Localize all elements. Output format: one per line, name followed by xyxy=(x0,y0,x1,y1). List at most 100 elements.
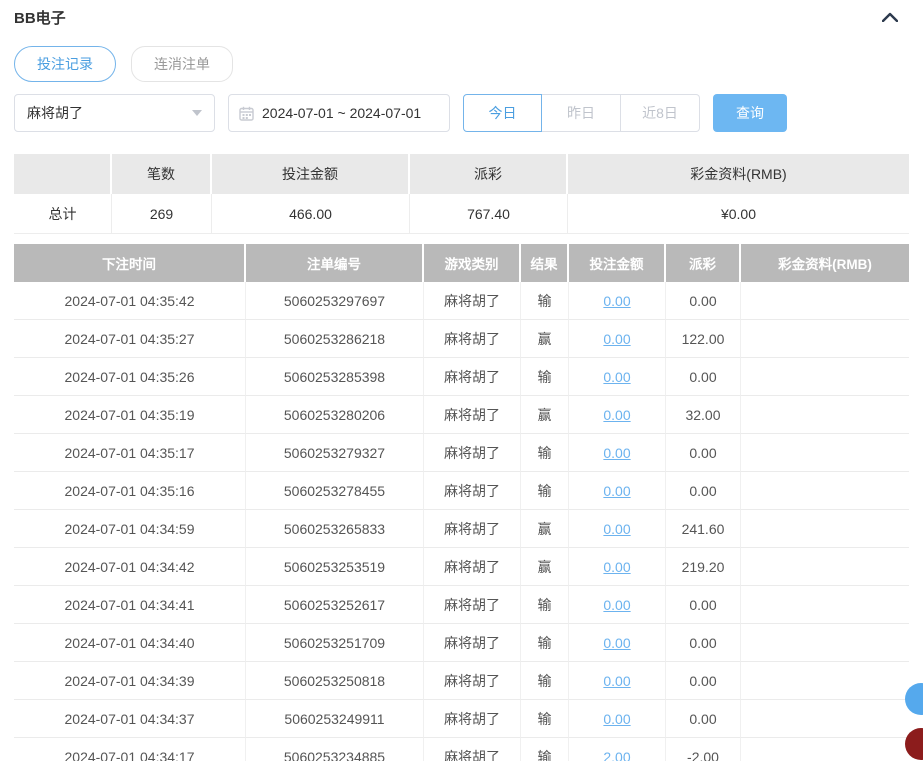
summary-total-bonus: ¥0.00 xyxy=(568,194,909,234)
bet-amount-link[interactable]: 0.00 xyxy=(603,445,630,461)
table-row: 2024-07-01 04:34:39 5060253250818 麻将胡了 输… xyxy=(14,662,909,700)
cell-bet: 0.00 xyxy=(569,700,666,738)
bet-amount-link[interactable]: 0.00 xyxy=(603,331,630,347)
cell-game: 麻将胡了 xyxy=(424,320,521,358)
cell-payout: 122.00 xyxy=(666,320,741,358)
game-select[interactable]: 麻将胡了 xyxy=(14,94,215,132)
bet-amount-link[interactable]: 0.00 xyxy=(603,369,630,385)
cell-bonus xyxy=(741,282,909,320)
yesterday-button[interactable]: 昨日 xyxy=(542,94,621,132)
cell-payout: 0.00 xyxy=(666,624,741,662)
cell-result: 输 xyxy=(521,738,569,761)
summary-table: 笔数 投注金额 派彩 彩金资料(RMB) 总计 269 466.00 767.4… xyxy=(14,154,909,234)
cell-bonus xyxy=(741,510,909,548)
table-row: 2024-07-01 04:35:17 5060253279327 麻将胡了 输… xyxy=(14,434,909,472)
cell-bet: 0.00 xyxy=(569,662,666,700)
cell-time: 2024-07-01 04:35:19 xyxy=(14,396,246,434)
table-row: 2024-07-01 04:35:26 5060253285398 麻将胡了 输… xyxy=(14,358,909,396)
cell-game: 麻将胡了 xyxy=(424,586,521,624)
cell-bonus xyxy=(741,700,909,738)
chevron-up-icon xyxy=(882,12,898,22)
date-range-picker[interactable]: 2024-07-01 ~ 2024-07-01 xyxy=(228,94,450,132)
cell-result: 赢 xyxy=(521,510,569,548)
cell-order-id: 5060253249911 xyxy=(246,700,424,738)
cell-game: 麻将胡了 xyxy=(424,624,521,662)
bet-records-panel: BB电子 投注记录 连消注单 麻将胡了 2024-07-01 ~ 2024-07… xyxy=(0,0,923,761)
summary-header-bonus: 彩金资料(RMB) xyxy=(568,154,909,194)
summary-total-label: 总计 xyxy=(14,194,112,234)
summary-header-row: 笔数 投注金额 派彩 彩金资料(RMB) xyxy=(14,154,909,194)
cell-game: 麻将胡了 xyxy=(424,662,521,700)
cell-bonus xyxy=(741,396,909,434)
cell-order-id: 5060253265833 xyxy=(246,510,424,548)
records-body: 2024-07-01 04:35:42 5060253297697 麻将胡了 输… xyxy=(14,282,909,761)
cell-order-id: 5060253234885 xyxy=(246,738,424,761)
cell-game: 麻将胡了 xyxy=(424,434,521,472)
cell-game: 麻将胡了 xyxy=(424,358,521,396)
cell-time: 2024-07-01 04:34:59 xyxy=(14,510,246,548)
bet-amount-link[interactable]: 0.00 xyxy=(603,521,630,537)
table-row: 2024-07-01 04:34:42 5060253253519 麻将胡了 赢… xyxy=(14,548,909,586)
cell-payout: 0.00 xyxy=(666,282,741,320)
last8days-button[interactable]: 近8日 xyxy=(621,94,700,132)
cell-game: 麻将胡了 xyxy=(424,510,521,548)
cell-time: 2024-07-01 04:34:41 xyxy=(14,586,246,624)
col-header-bonus: 彩金资料(RMB) xyxy=(741,244,909,282)
summary-header-payout: 派彩 xyxy=(410,154,568,194)
query-button[interactable]: 查询 xyxy=(713,94,787,132)
table-row: 2024-07-01 04:34:17 5060253234885 麻将胡了 输… xyxy=(14,738,909,761)
cell-order-id: 5060253279327 xyxy=(246,434,424,472)
cell-bet: 2.00 xyxy=(569,738,666,761)
collapse-button[interactable] xyxy=(879,6,901,28)
tab-cancelled-orders[interactable]: 连消注单 xyxy=(131,46,233,82)
cell-bet: 0.00 xyxy=(569,282,666,320)
table-row: 2024-07-01 04:34:37 5060253249911 麻将胡了 输… xyxy=(14,700,909,738)
bet-amount-link[interactable]: 0.00 xyxy=(603,711,630,727)
col-header-game: 游戏类别 xyxy=(424,244,521,282)
cell-order-id: 5060253250818 xyxy=(246,662,424,700)
cell-time: 2024-07-01 04:34:39 xyxy=(14,662,246,700)
cell-payout: 0.00 xyxy=(666,662,741,700)
cell-time: 2024-07-01 04:35:16 xyxy=(14,472,246,510)
bet-amount-link[interactable]: 0.00 xyxy=(603,673,630,689)
cell-bonus xyxy=(741,358,909,396)
cell-time: 2024-07-01 04:35:27 xyxy=(14,320,246,358)
cell-time: 2024-07-01 04:35:17 xyxy=(14,434,246,472)
bet-amount-link[interactable]: 0.00 xyxy=(603,483,630,499)
cell-time: 2024-07-01 04:35:26 xyxy=(14,358,246,396)
cell-result: 输 xyxy=(521,434,569,472)
bet-amount-link[interactable]: 0.00 xyxy=(603,559,630,575)
record-tabs: 投注记录 连消注单 xyxy=(14,46,909,82)
cell-bet: 0.00 xyxy=(569,586,666,624)
table-row: 2024-07-01 04:34:59 5060253265833 麻将胡了 赢… xyxy=(14,510,909,548)
bet-amount-link[interactable]: 2.00 xyxy=(603,749,630,761)
col-header-time: 下注时间 xyxy=(14,244,246,282)
summary-header-bet-amount: 投注金额 xyxy=(212,154,410,194)
cell-order-id: 5060253253519 xyxy=(246,548,424,586)
bet-amount-link[interactable]: 0.00 xyxy=(603,635,630,651)
cell-bonus xyxy=(741,320,909,358)
col-header-result: 结果 xyxy=(521,244,569,282)
cell-result: 赢 xyxy=(521,548,569,586)
cell-bonus xyxy=(741,738,909,761)
caret-down-icon xyxy=(192,110,202,116)
table-row: 2024-07-01 04:34:41 5060253252617 麻将胡了 输… xyxy=(14,586,909,624)
bet-amount-link[interactable]: 0.00 xyxy=(603,597,630,613)
summary-header-count: 笔数 xyxy=(112,154,212,194)
tab-bet-records[interactable]: 投注记录 xyxy=(14,46,116,82)
today-button[interactable]: 今日 xyxy=(463,94,542,132)
summary-total-count: 269 xyxy=(112,194,212,234)
cell-bet: 0.00 xyxy=(569,320,666,358)
cell-time: 2024-07-01 04:34:37 xyxy=(14,700,246,738)
bet-amount-link[interactable]: 0.00 xyxy=(603,407,630,423)
cell-bonus xyxy=(741,662,909,700)
cell-bet: 0.00 xyxy=(569,358,666,396)
cell-payout: 0.00 xyxy=(666,434,741,472)
cell-game: 麻将胡了 xyxy=(424,548,521,586)
cell-order-id: 5060253251709 xyxy=(246,624,424,662)
bet-amount-link[interactable]: 0.00 xyxy=(603,293,630,309)
cell-order-id: 5060253285398 xyxy=(246,358,424,396)
records-table: 下注时间 注单编号 游戏类别 结果 投注金额 派彩 彩金资料(RMB) 2024… xyxy=(14,244,909,761)
table-row: 2024-07-01 04:35:27 5060253286218 麻将胡了 赢… xyxy=(14,320,909,358)
cell-bet: 0.00 xyxy=(569,396,666,434)
